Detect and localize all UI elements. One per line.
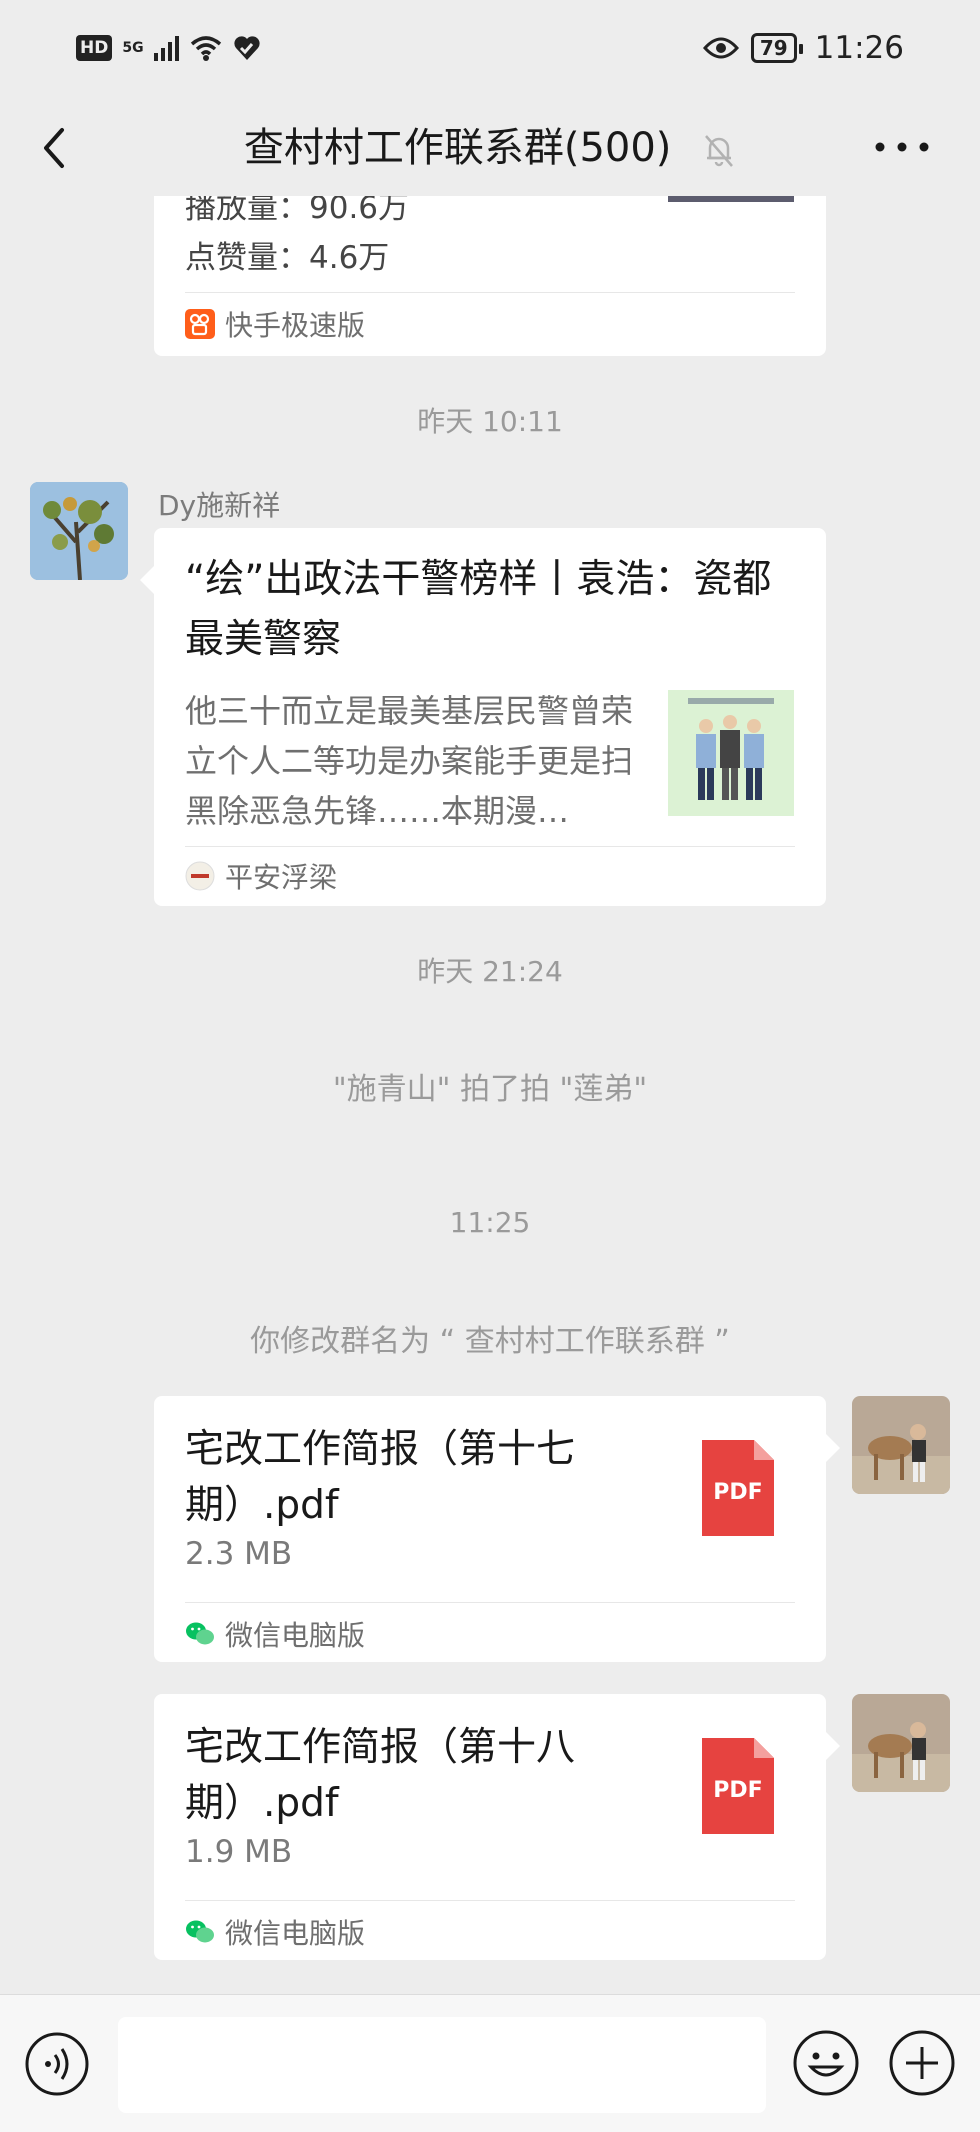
card-divider bbox=[185, 846, 795, 847]
eye-icon bbox=[702, 37, 739, 59]
file-size: 2.3 MB bbox=[185, 1536, 293, 1572]
pdf-file-icon: PDF bbox=[702, 1738, 774, 1834]
chat-title: 查村村工作联系群(500) bbox=[243, 125, 672, 171]
signal-icon bbox=[153, 35, 179, 61]
play-count: 播放量：90.6万 bbox=[185, 196, 410, 226]
avatar-deer-photo bbox=[852, 1396, 950, 1494]
file-message-card[interactable]: 宅改工作简报（第十八期）.pdf 1.9 MB PDF 微信电脑版 bbox=[154, 1694, 840, 1960]
hd-badge: HD bbox=[76, 35, 113, 61]
my-avatar[interactable] bbox=[852, 1396, 950, 1494]
card-source: 微信电脑版 bbox=[185, 1614, 365, 1654]
network-type: 5G bbox=[122, 40, 144, 56]
file-name: 宅改工作简报（第十七期）.pdf bbox=[185, 1427, 576, 1528]
sender-name: Dy施新祥 bbox=[158, 489, 281, 522]
chat-input-bar bbox=[0, 1994, 980, 2132]
my-avatar[interactable] bbox=[852, 1694, 950, 1792]
video-share-card[interactable]: 播放量：90.6万 点赞量：4.6万 快手极速版 bbox=[154, 196, 826, 356]
chat-message-list[interactable]: 播放量：90.6万 点赞量：4.6万 快手极速版 昨天 10:11 Dy施新祥 … bbox=[0, 196, 980, 1994]
status-bar: HD 5G 79 11:26 bbox=[0, 0, 980, 100]
wechat-icon bbox=[186, 1920, 214, 1943]
avatar-tree-image bbox=[30, 482, 128, 580]
file-message-card[interactable]: 宅改工作简报（第十七期）.pdf 2.3 MB PDF 微信电脑版 bbox=[154, 1396, 840, 1662]
add-more-icon[interactable] bbox=[888, 2029, 956, 2097]
source-name: 平安浮梁 bbox=[225, 861, 338, 894]
avatar[interactable] bbox=[30, 482, 128, 580]
article-description: 他三十而立是最美基层民警曾荣立个人二等功是办案能手更是扫黑除恶急先锋……本期漫… bbox=[185, 692, 634, 830]
like-count: 点赞量：4.6万 bbox=[185, 240, 390, 276]
pdf-label: PDF bbox=[713, 1778, 763, 1803]
wifi-icon bbox=[190, 36, 221, 61]
chat-header: 查村村工作联系群(500) bbox=[0, 100, 980, 196]
file-name: 宅改工作简报（第十八期）.pdf bbox=[185, 1725, 576, 1826]
card-divider bbox=[185, 292, 795, 293]
source-name: 微信电脑版 bbox=[225, 1619, 366, 1652]
rename-notice: 你修改群名为 “ 查村村工作联系群 ” bbox=[250, 1324, 730, 1359]
pat-notice: "施青山" 拍了拍 "莲弟" bbox=[332, 1072, 648, 1107]
article-title: “绘”出政法干警榜样丨袁浩：瓷都最美警察 bbox=[185, 557, 772, 662]
mute-bell-icon bbox=[705, 135, 734, 167]
kuaishou-icon bbox=[185, 309, 215, 339]
battery-indicator: 79 bbox=[750, 33, 803, 63]
heart-check-icon bbox=[233, 36, 260, 60]
article-thumbnail bbox=[668, 690, 794, 816]
voice-input-icon[interactable] bbox=[24, 2031, 90, 2097]
more-options-icon[interactable] bbox=[872, 132, 932, 162]
status-time: 11:26 bbox=[814, 30, 904, 66]
timestamp: 11:25 bbox=[449, 1206, 531, 1239]
pdf-file-icon: PDF bbox=[702, 1440, 774, 1536]
pingan-fuliang-icon bbox=[185, 861, 215, 891]
source-name: 微信电脑版 bbox=[225, 1917, 366, 1950]
timestamp: 昨天 21:24 bbox=[417, 955, 563, 988]
card-divider bbox=[185, 1602, 795, 1603]
card-source: 平安浮梁 bbox=[185, 856, 337, 896]
card-divider bbox=[185, 1900, 795, 1901]
avatar-deer-photo bbox=[852, 1694, 950, 1792]
file-size: 1.9 MB bbox=[185, 1834, 293, 1870]
video-thumbnail bbox=[668, 196, 794, 202]
card-source: 快手极速版 bbox=[185, 304, 365, 344]
wechat-icon bbox=[186, 1622, 214, 1645]
card-source: 微信电脑版 bbox=[185, 1912, 365, 1952]
chat-title-wrap: 查村村工作联系群(500) bbox=[0, 118, 980, 178]
source-name: 快手极速版 bbox=[225, 309, 366, 342]
emoji-icon[interactable] bbox=[792, 2029, 860, 2097]
message-input[interactable] bbox=[118, 2017, 766, 2113]
pdf-label: PDF bbox=[713, 1480, 763, 1505]
timestamp: 昨天 10:11 bbox=[417, 405, 563, 438]
article-share-card[interactable]: “绘”出政法干警榜样丨袁浩：瓷都最美警察 他三十而立是最美基层民警曾荣立个人二等… bbox=[140, 528, 826, 906]
